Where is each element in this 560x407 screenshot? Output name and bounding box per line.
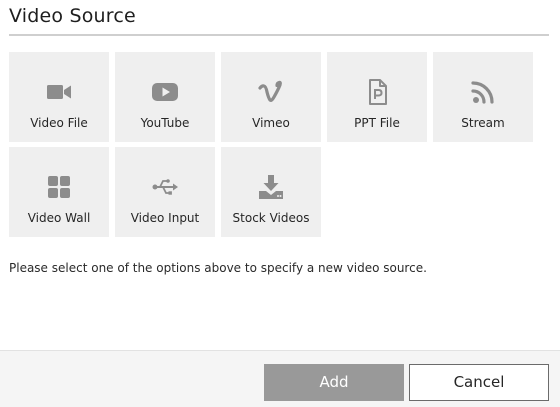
grid-icon (48, 176, 70, 198)
option-vimeo[interactable]: Vimeo (221, 52, 321, 142)
option-label: Video File (30, 116, 88, 130)
youtube-icon (152, 83, 178, 101)
usb-icon (152, 179, 178, 195)
option-label: Vimeo (252, 116, 290, 130)
instruction-text: Please select one of the options above t… (9, 261, 427, 275)
option-stock-videos[interactable]: Stock Videos (221, 147, 321, 237)
option-label: Stream (461, 116, 505, 130)
option-ppt-file[interactable]: PPT File (327, 52, 427, 142)
option-label: PPT File (354, 116, 400, 130)
rss-stream-icon (471, 81, 494, 104)
title-divider (9, 34, 549, 36)
option-label: YouTube (140, 116, 190, 130)
option-video-file[interactable]: Video File (9, 52, 109, 142)
cancel-button[interactable]: Cancel (409, 364, 549, 401)
video-source-dialog: Video Source Video File YouTube Vimeo PP… (0, 0, 560, 407)
option-label: Video Input (130, 211, 200, 225)
option-youtube[interactable]: YouTube (115, 52, 215, 142)
dialog-footer: Add Cancel (0, 350, 560, 407)
option-label: Stock Videos (232, 211, 310, 225)
option-stream[interactable]: Stream (433, 52, 533, 142)
option-video-wall[interactable]: Video Wall (9, 147, 109, 237)
option-video-input[interactable]: Video Input (115, 147, 215, 237)
vimeo-icon (258, 80, 282, 102)
ppt-file-icon (369, 79, 387, 105)
download-icon (259, 175, 283, 199)
video-camera-icon (47, 85, 71, 99)
option-label: Video Wall (27, 211, 91, 225)
add-button[interactable]: Add (264, 364, 404, 401)
dialog-title: Video Source (9, 5, 136, 27)
